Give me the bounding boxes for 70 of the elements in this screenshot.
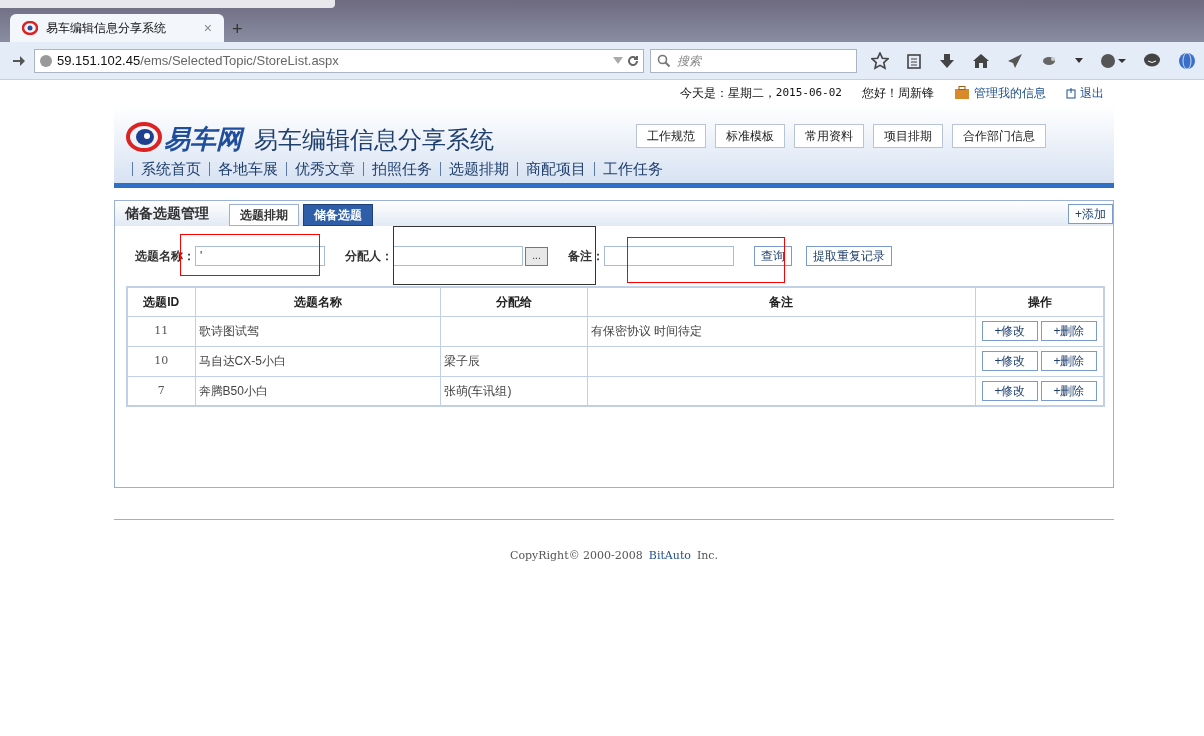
briefcase-icon: [954, 86, 970, 100]
panel-tab[interactable]: 储备选题: [303, 204, 373, 226]
nav-link[interactable]: 工作任务: [603, 157, 663, 180]
note-field[interactable]: [604, 246, 734, 266]
picker-button[interactable]: ...: [525, 246, 548, 266]
nav-link[interactable]: 选题排期: [449, 157, 509, 180]
url-host: 59.151.102.45: [57, 51, 141, 70]
add-button[interactable]: +添加: [1068, 204, 1113, 224]
table-cell: 10: [127, 346, 195, 376]
tab-title[interactable]: 易车编辑信息分享系统: [46, 19, 166, 37]
system-title: 易车编辑信息分享系统: [254, 128, 494, 152]
table-cell: 有保密协议 时间待定: [587, 316, 976, 346]
home-icon[interactable]: [972, 52, 990, 69]
greeting-text: 您好！周新锋: [862, 85, 934, 102]
assignee-label: 分配人：: [345, 248, 393, 265]
reload-icon[interactable]: [627, 54, 639, 67]
globe-icon[interactable]: [1100, 52, 1126, 69]
table-cell: 11: [127, 316, 195, 346]
panel-tab[interactable]: 选题排期: [229, 204, 299, 226]
clipboard-icon[interactable]: [906, 52, 922, 69]
logo-icon: [22, 21, 38, 35]
header-button[interactable]: 合作部门信息: [952, 124, 1046, 148]
nav-link[interactable]: 拍照任务: [372, 157, 432, 180]
header-button[interactable]: 常用资料: [794, 124, 864, 148]
header-button[interactable]: 项目排期: [873, 124, 943, 148]
globe-icon: [39, 53, 53, 68]
forward-icon[interactable]: [12, 54, 26, 67]
column-header: 备注: [587, 287, 976, 316]
name-field[interactable]: ': [195, 246, 325, 266]
note-label: 备注：: [568, 248, 604, 265]
date-text: 2015-06-02: [775, 84, 842, 101]
download-icon[interactable]: [939, 52, 955, 69]
logout-link[interactable]: 退出: [1080, 84, 1104, 102]
table-cell: 梁子辰: [440, 346, 587, 376]
search-icon: [657, 53, 671, 68]
copyright-suffix: Inc.: [696, 548, 718, 564]
star-icon[interactable]: [871, 51, 889, 70]
column-header: 分配给: [440, 287, 587, 316]
column-header: 选题名称: [195, 287, 440, 316]
edit-button[interactable]: +修改: [982, 351, 1038, 371]
header-button[interactable]: 工作规范: [636, 124, 706, 148]
nav-link[interactable]: 商配项目: [526, 157, 586, 180]
table-cell: 歌诗图试驾: [195, 316, 440, 346]
date-label: 今天是：星期二，: [679, 85, 776, 102]
search-field[interactable]: 搜索: [650, 48, 857, 73]
send-icon[interactable]: [1007, 52, 1023, 69]
copyright-text: CopyRight© 2000-2008: [510, 548, 643, 564]
header-button[interactable]: 标准模板: [715, 124, 785, 148]
logo-icon: [126, 122, 164, 152]
edit-button[interactable]: +修改: [982, 380, 1038, 401]
chat-icon[interactable]: [1143, 52, 1161, 69]
table-cell: 马自达CX-5小白: [195, 346, 440, 376]
nav-link[interactable]: 系统首页: [141, 157, 201, 180]
delete-button[interactable]: +删除: [1041, 380, 1097, 401]
assignee-field[interactable]: [393, 246, 523, 266]
nav-link[interactable]: 优秀文章: [295, 157, 355, 180]
caret-icon[interactable]: [1075, 57, 1083, 64]
company-link[interactable]: BitAuto: [648, 548, 691, 565]
duplicates-button[interactable]: 提取重复记录: [806, 246, 892, 266]
manage-link[interactable]: 管理我的信息: [974, 84, 1046, 102]
delete-button[interactable]: +删除: [1041, 321, 1097, 341]
address-bar[interactable]: 59.151.102.45/ems/SelectedTopic/StoreList.aspx: [34, 48, 644, 73]
power-icon: [1066, 87, 1076, 99]
url-path: /ems/SelectedTopic/StoreList.aspx: [140, 51, 339, 70]
edit-button[interactable]: +修改: [982, 321, 1038, 341]
panel-title: 储备选题管理: [125, 204, 209, 223]
query-button[interactable]: 查询: [754, 246, 792, 266]
nav-link[interactable]: 各地车展: [218, 157, 278, 180]
delete-button[interactable]: +删除: [1041, 351, 1097, 371]
column-header: 选题ID: [127, 287, 195, 316]
